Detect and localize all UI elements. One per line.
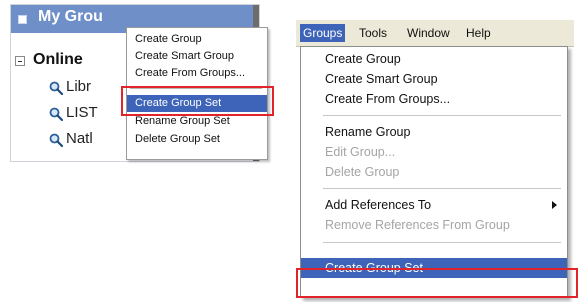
groups-pane: My Grou Online Libr LIST Natl Create Gro… xyxy=(10,4,268,162)
tree-collapse-icon[interactable] xyxy=(15,56,25,66)
magnifier-icon xyxy=(49,133,63,147)
tree-item-label: Libr xyxy=(66,78,92,95)
menu-item-label: Delete Group xyxy=(325,165,400,179)
magnifier-icon xyxy=(49,81,63,95)
ctx-create-group[interactable]: Create Group xyxy=(127,31,267,48)
menu-separator xyxy=(323,115,561,116)
ctx-create-from-groups[interactable]: Create From Groups... xyxy=(127,65,267,82)
groups-dropdown: Create Group Create Smart Group Create F… xyxy=(300,46,568,298)
menu-item-label: Rename Group xyxy=(325,125,411,139)
menu-item-label: Create Group xyxy=(325,52,401,66)
menu-add-references-to[interactable]: Add References To xyxy=(301,195,567,215)
menu-create-group[interactable]: Create Group xyxy=(301,49,567,69)
menu-item-label: Add References To xyxy=(325,198,432,212)
ctx-create-smart-group[interactable]: Create Smart Group xyxy=(127,48,267,65)
pane-collapse-icon[interactable] xyxy=(18,15,27,24)
menu-separator xyxy=(323,188,561,189)
menubar: Groups Tools Window Help xyxy=(296,20,574,47)
menu-item-label: Create From Groups... xyxy=(325,92,451,106)
menu-groups[interactable]: Groups xyxy=(300,24,346,42)
tree-item-label: Natl xyxy=(66,130,93,147)
tree-item-label: LIST xyxy=(66,104,98,121)
highlight-callout-left xyxy=(121,86,274,116)
menu-item-label: Edit Group... xyxy=(325,145,396,159)
submenu-arrow-icon xyxy=(552,201,557,209)
menu-help[interactable]: Help xyxy=(466,24,491,42)
magnifier-icon xyxy=(49,107,63,121)
menu-tools[interactable]: Tools xyxy=(359,24,387,42)
menu-create-smart-group[interactable]: Create Smart Group xyxy=(301,69,567,89)
groups-menu-window: Groups Tools Window Help Create Group Cr… xyxy=(296,20,574,300)
highlight-callout-right xyxy=(296,268,578,298)
groups-pane-title: My Grou xyxy=(38,8,103,25)
menu-item-label: Create From Groups... xyxy=(135,67,246,79)
menu-item-label: Create Smart Group xyxy=(135,50,235,62)
menu-item-label: Remove References From Group xyxy=(325,218,510,232)
menu-window[interactable]: Window xyxy=(407,24,450,42)
menu-item-label: Create Group xyxy=(135,33,202,45)
menu-item-label: Create Smart Group xyxy=(325,72,438,86)
tree-root-label: Online xyxy=(33,51,83,68)
menu-separator xyxy=(323,242,561,243)
menu-item-label: Delete Group Set xyxy=(135,133,220,145)
menu-rename-group[interactable]: Rename Group xyxy=(301,122,567,142)
menu-create-from-groups[interactable]: Create From Groups... xyxy=(301,89,567,109)
menu-remove-references: Remove References From Group xyxy=(301,215,567,235)
menu-edit-group: Edit Group... xyxy=(301,142,567,162)
ctx-delete-group-set[interactable]: Delete Group Set xyxy=(127,131,267,148)
menu-delete-group: Delete Group xyxy=(301,162,567,182)
